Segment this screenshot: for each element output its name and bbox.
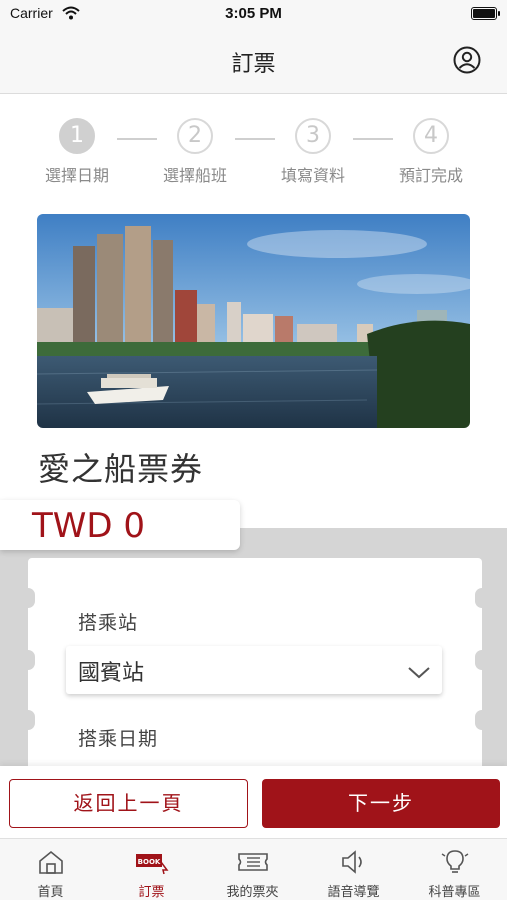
tab-ticket-wallet[interactable]: 我的票夾	[202, 839, 303, 900]
station-select[interactable]: 國賓站	[66, 646, 442, 694]
book-ticket-icon: BOOK	[135, 848, 169, 876]
hero-image	[37, 214, 470, 428]
clock-time: 3:05 PM	[225, 5, 282, 22]
ticket-notch	[21, 588, 35, 608]
step-3: 3 填寫資料	[268, 118, 358, 186]
price-tag: TWD 0	[0, 500, 240, 550]
tab-label: 科普專區	[428, 885, 481, 900]
step-number: 4	[413, 118, 449, 154]
booking-stepper: 1 選擇日期 2 選擇船班 3 填寫資料 4 預訂完成	[0, 118, 507, 188]
status-bar: Carrier 3:05 PM	[0, 0, 507, 28]
speaker-icon	[337, 848, 371, 876]
user-circle-icon[interactable]	[453, 46, 481, 74]
product-title: 愛之船票券	[38, 450, 204, 488]
tab-label: 我的票夾	[226, 885, 279, 900]
tab-home[interactable]: 首頁	[0, 839, 101, 900]
ticket-notch	[475, 588, 489, 608]
tab-label: 語音導覽	[327, 885, 380, 900]
step-1: 1 選擇日期	[32, 118, 122, 186]
step-label: 填寫資料	[280, 166, 345, 185]
step-4: 4 預訂完成	[386, 118, 476, 186]
ticket-notch	[21, 710, 35, 730]
station-value: 國賓站	[78, 661, 145, 686]
ticket-notch	[475, 650, 489, 670]
page-title: 訂票	[231, 52, 276, 77]
battery-icon	[471, 7, 500, 20]
ticket-notch	[21, 650, 35, 670]
step-label: 選擇船班	[162, 166, 227, 185]
step-2: 2 選擇船班	[150, 118, 240, 186]
step-label: 預訂完成	[398, 166, 463, 185]
action-bar: 返回上一頁 下一步	[0, 766, 507, 838]
price-value: TWD 0	[32, 506, 146, 546]
ticket-notch	[475, 710, 489, 730]
next-button[interactable]: 下一步	[262, 779, 500, 828]
tab-booking[interactable]: BOOK 訂票	[101, 839, 202, 900]
nav-bar: 訂票	[0, 28, 507, 94]
tab-label: 訂票	[138, 885, 165, 900]
back-button[interactable]: 返回上一頁	[9, 779, 248, 828]
home-icon	[34, 848, 68, 876]
station-label: 搭乘站	[78, 612, 139, 634]
lightbulb-icon	[438, 848, 472, 876]
step-label: 選擇日期	[44, 166, 109, 185]
tab-science[interactable]: 科普專區	[404, 839, 505, 900]
tab-bar: 首頁 BOOK 訂票 我的票夾 語音導覽 科普專區	[0, 838, 507, 900]
ticket-form-card: 搭乘站 國賓站 搭乘日期	[21, 558, 489, 788]
step-number: 3	[295, 118, 331, 154]
chevron-down-icon	[406, 660, 432, 682]
tab-label: 首頁	[37, 885, 64, 900]
step-number: 1	[59, 118, 95, 154]
step-number: 2	[177, 118, 213, 154]
tab-audio-guide[interactable]: 語音導覽	[303, 839, 404, 900]
date-label: 搭乘日期	[78, 728, 159, 750]
ticket-wallet-icon	[236, 848, 270, 876]
book-icon-text: BOOK	[137, 858, 160, 866]
